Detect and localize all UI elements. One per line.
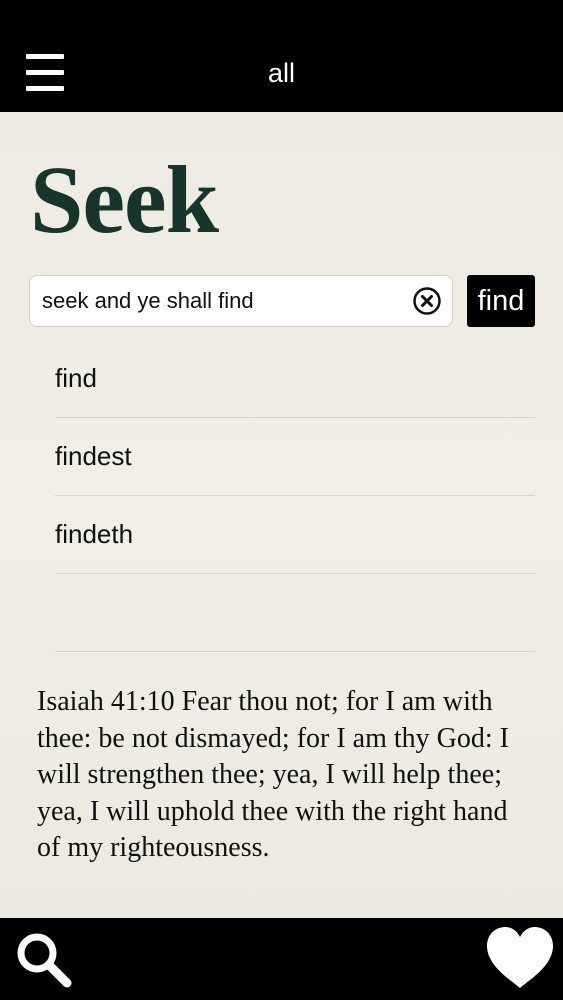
suggestion-item[interactable]: find [55, 340, 535, 418]
verse-text: Isaiah 41:10 Fear thou not; for I am wit… [37, 686, 509, 863]
search-icon[interactable] [12, 928, 74, 990]
suggestion-item[interactable] [55, 574, 535, 652]
search-box [29, 275, 453, 327]
suggestion-item[interactable]: findeth [55, 496, 535, 574]
app-title: Seek [30, 146, 219, 253]
find-button[interactable]: find [467, 275, 535, 327]
main-content: Seek find find findest findeth Isaiah 41… [0, 112, 563, 918]
search-input[interactable] [42, 276, 404, 326]
header-title: all [267, 58, 295, 88]
bottom-bar [0, 918, 563, 1000]
suggestion-item[interactable]: findest [55, 418, 535, 496]
clear-circle-x-icon[interactable] [412, 286, 442, 316]
heart-icon[interactable] [485, 926, 555, 990]
top-bar: all [0, 0, 563, 112]
suggestion-list: find findest findeth [55, 340, 535, 652]
